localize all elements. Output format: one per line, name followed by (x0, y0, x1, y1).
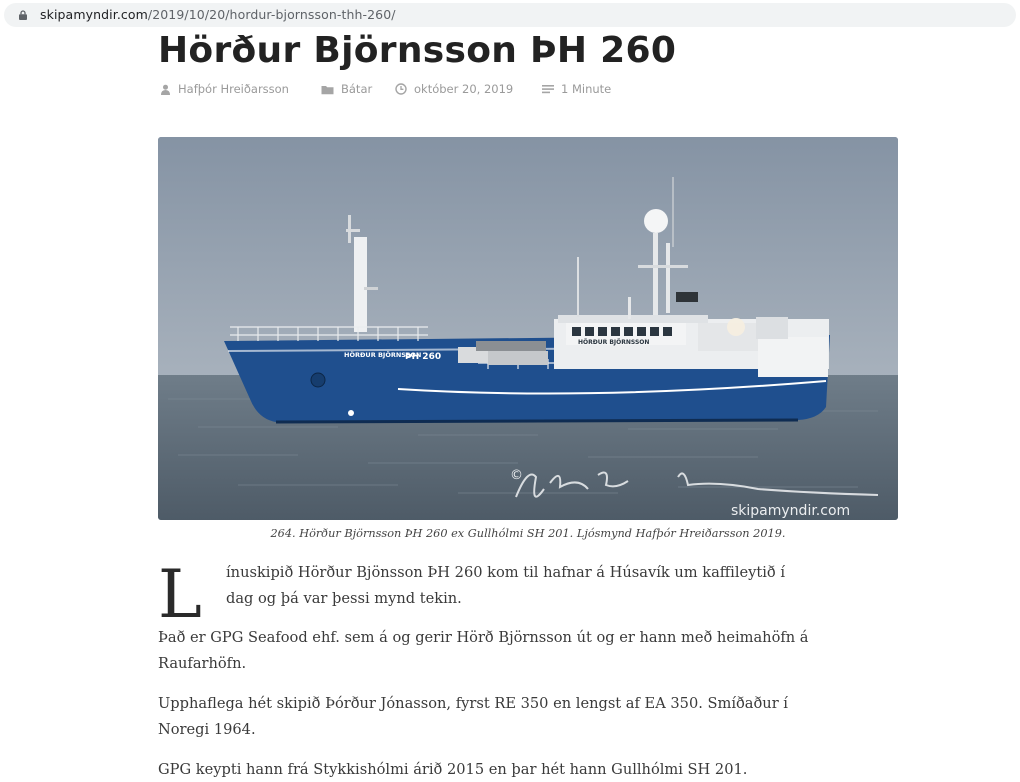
author-name: Hafþór Hreiðarsson (178, 82, 289, 96)
article-title: Hörður Björnsson ÞH 260 (158, 30, 677, 71)
url-text[interactable]: skipamyndir.com/2019/10/20/hordur-bjorns… (40, 7, 396, 22)
url-field[interactable]: skipamyndir.com/2019/10/20/hordur-bjorns… (4, 3, 1016, 27)
ship-photo: HÖRÐUR BJÖRNSSON ÞH 260 HÖRÐUR BJÖRNSSON (158, 137, 898, 520)
cabin-name-text: HÖRÐUR BJÖRNSSON (578, 339, 649, 346)
watermark-site: skipamyndir.com (731, 503, 850, 519)
paragraph-2-line-1: Það er GPG Seafood ehf. sem á og gerir H… (158, 629, 809, 646)
meta-date[interactable]: október 20, 2019 (395, 82, 513, 96)
paragraph-2-line-2: Raufarhöfn. (158, 655, 247, 672)
clock-icon (395, 83, 407, 95)
url-domain: skipamyndir.com (40, 7, 148, 22)
paragraph-3-line-2: Noregi 1964. (158, 721, 256, 738)
featured-image[interactable]: HÖRÐUR BJÖRNSSON ÞH 260 HÖRÐUR BJÖRNSSON (158, 137, 898, 520)
paragraph-1-line-1: ínuskipið Hörður Bjönsson ÞH 260 kom til… (226, 564, 785, 581)
lock-icon[interactable] (18, 10, 28, 20)
meta-category[interactable]: Bátar (321, 82, 372, 96)
post-date: október 20, 2019 (414, 82, 514, 96)
url-path: /2019/10/20/hordur-bjornsson-thh-260/ (147, 7, 396, 22)
category-name: Bátar (341, 82, 373, 96)
meta-reading-time: 1 Minute (542, 82, 611, 96)
list-icon (542, 85, 554, 94)
browser-address-bar: skipamyndir.com/2019/10/20/hordur-bjorns… (0, 0, 1020, 31)
hull-number-text: ÞH 260 (405, 352, 441, 362)
meta-author[interactable]: Hafþór Hreiðarsson (160, 82, 289, 96)
svg-text:©: © (510, 468, 523, 483)
paragraph-1-line-2: dag og þá var þessi mynd tekin. (226, 590, 462, 607)
image-caption: 264. Hörður Björnsson ÞH 260 ex Gullhólm… (270, 527, 786, 540)
drop-cap: L (158, 556, 202, 633)
user-icon (161, 84, 170, 95)
paragraph-4-line-1: GPG keypti hann frá Stykkishólmi árið 20… (158, 761, 748, 778)
folder-icon (321, 85, 334, 94)
reading-time: 1 Minute (561, 82, 612, 96)
paragraph-3-line-1: Upphaflega hét skipið Þórður Jónasson, f… (158, 695, 788, 712)
